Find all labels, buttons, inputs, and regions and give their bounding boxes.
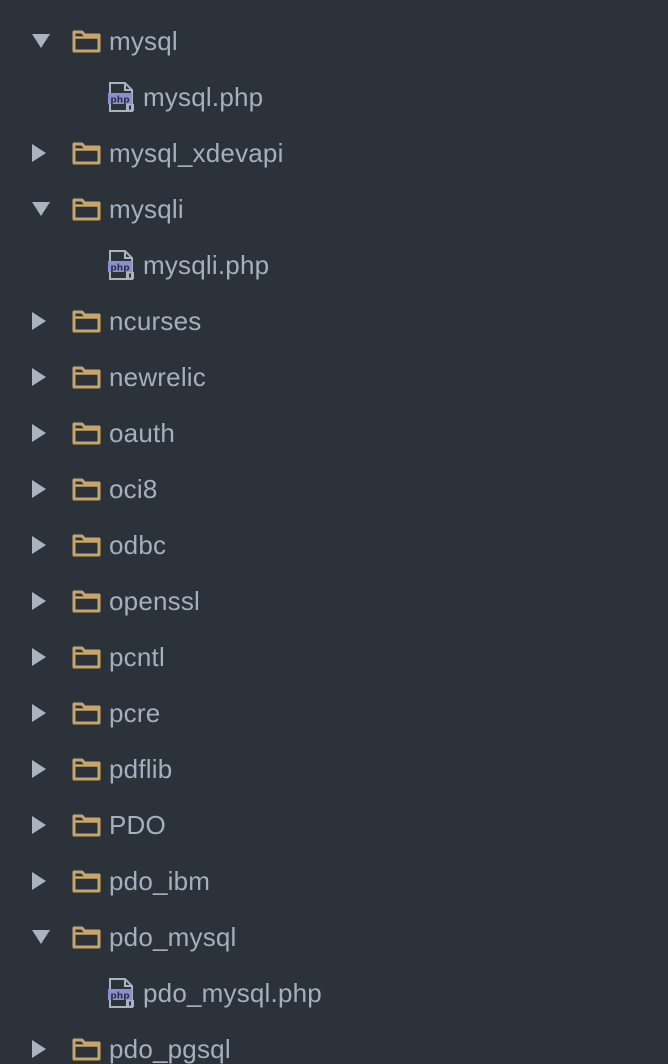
tree-folder-pcntl[interactable]: pcntl [0, 629, 668, 685]
folder-icon [72, 421, 101, 445]
collapsed-arrow-icon[interactable] [32, 307, 72, 335]
expanded-arrow-icon[interactable] [32, 27, 72, 55]
tree-item-label: pdo_pgsql [109, 1033, 231, 1064]
tree-item-label: PDO [109, 809, 166, 840]
tree-folder-odbc[interactable]: odbc [0, 517, 668, 573]
php-file-icon: php [108, 978, 136, 1008]
folder-icon [72, 29, 101, 53]
collapsed-arrow-icon[interactable] [32, 867, 72, 895]
tree-file-mysql-php[interactable]: php mysql.php [0, 69, 668, 125]
tree-item-label: mysqli.php [143, 249, 270, 280]
tree-item-label: ncurses [109, 305, 202, 336]
tree-item-label: pdflib [109, 753, 173, 784]
tree-item-label: pcntl [109, 641, 165, 672]
tree-item-label: mysqli [109, 193, 184, 224]
collapsed-arrow-icon[interactable] [32, 755, 72, 783]
project-file-tree: mysql php mysql.php mysql_xdevapi mysqli… [0, 0, 668, 1064]
expanded-arrow-icon[interactable] [32, 195, 72, 223]
folder-icon [72, 1037, 101, 1061]
tree-folder-ncurses[interactable]: ncurses [0, 293, 668, 349]
folder-icon [72, 645, 101, 669]
tree-item-label: mysql.php [143, 81, 264, 112]
php-file-icon: php [108, 82, 136, 112]
folder-icon [72, 701, 101, 725]
tree-folder-openssl[interactable]: openssl [0, 573, 668, 629]
folder-icon [72, 309, 101, 333]
tree-folder-mysqli[interactable]: mysqli [0, 181, 668, 237]
tree-item-label: oci8 [109, 473, 158, 504]
collapsed-arrow-icon[interactable] [32, 811, 72, 839]
tree-folder-oauth[interactable]: oauth [0, 405, 668, 461]
folder-icon [72, 925, 101, 949]
tree-item-label: oauth [109, 417, 176, 448]
tree-item-label: newrelic [109, 361, 206, 392]
tree-folder-mysql-xdevapi[interactable]: mysql_xdevapi [0, 125, 668, 181]
folder-icon [72, 589, 101, 613]
folder-icon [72, 813, 101, 837]
tree-folder-pdo[interactable]: PDO [0, 797, 668, 853]
tree-file-mysqli-php[interactable]: php mysqli.php [0, 237, 668, 293]
tree-item-label: pdo_mysql.php [143, 977, 322, 1008]
tree-item-label: openssl [109, 585, 201, 616]
collapsed-arrow-icon[interactable] [32, 419, 72, 447]
tree-folder-pdo-ibm[interactable]: pdo_ibm [0, 853, 668, 909]
tree-item-label: pdo_mysql [109, 921, 237, 952]
folder-icon [72, 365, 101, 389]
tree-folder-oci8[interactable]: oci8 [0, 461, 668, 517]
tree-folder-pcre[interactable]: pcre [0, 685, 668, 741]
folder-icon [72, 869, 101, 893]
folder-icon [72, 533, 101, 557]
tree-folder-mysql[interactable]: mysql [0, 13, 668, 69]
folder-icon [72, 197, 101, 221]
php-file-icon: php [108, 250, 136, 280]
tree-folder-pdflib[interactable]: pdflib [0, 741, 668, 797]
tree-folder-pdo-pgsql[interactable]: pdo_pgsql [0, 1021, 668, 1064]
collapsed-arrow-icon[interactable] [32, 139, 72, 167]
collapsed-arrow-icon[interactable] [32, 587, 72, 615]
folder-icon [72, 477, 101, 501]
folder-icon [72, 757, 101, 781]
tree-item-label: pdo_ibm [109, 865, 211, 896]
tree-item-label: mysql [109, 25, 178, 56]
tree-item-label: odbc [109, 529, 167, 560]
tree-item-label: mysql_xdevapi [109, 137, 284, 168]
collapsed-arrow-icon[interactable] [32, 531, 72, 559]
collapsed-arrow-icon[interactable] [32, 643, 72, 671]
tree-folder-newrelic[interactable]: newrelic [0, 349, 668, 405]
tree-file-pdo-mysql-php[interactable]: php pdo_mysql.php [0, 965, 668, 1021]
collapsed-arrow-icon[interactable] [32, 699, 72, 727]
collapsed-arrow-icon[interactable] [32, 475, 72, 503]
tree-folder-pdo-mysql[interactable]: pdo_mysql [0, 909, 668, 965]
collapsed-arrow-icon[interactable] [32, 363, 72, 391]
expanded-arrow-icon[interactable] [32, 923, 72, 951]
tree-item-label: pcre [109, 697, 161, 728]
collapsed-arrow-icon[interactable] [32, 1035, 72, 1063]
folder-icon [72, 141, 101, 165]
